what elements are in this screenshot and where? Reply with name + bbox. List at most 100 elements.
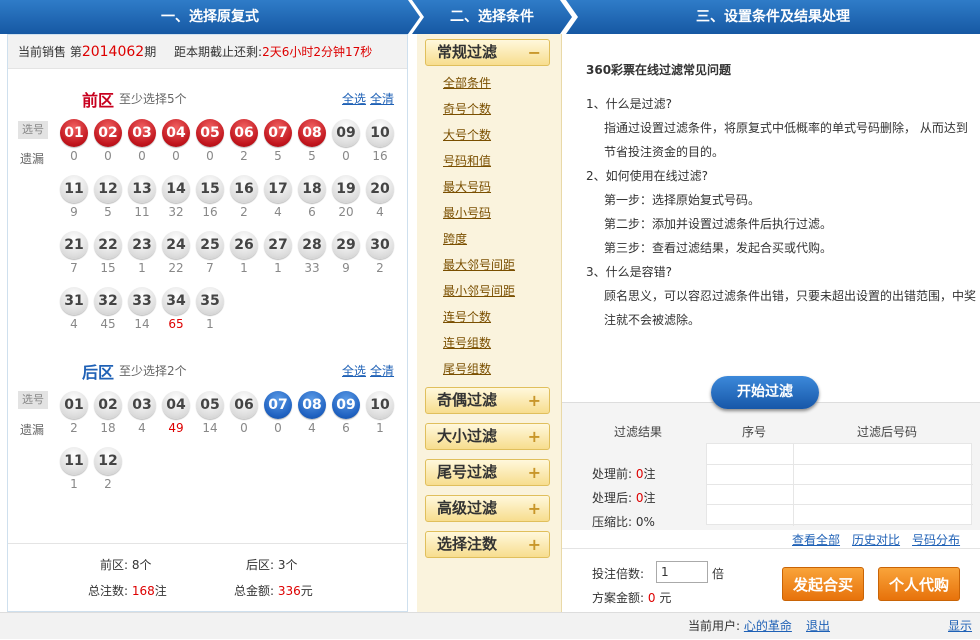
front-ball[interactable]: 05 — [196, 119, 224, 147]
view-all-link[interactable]: 查看全部 — [792, 533, 840, 547]
front-ball[interactable]: 03 — [128, 119, 156, 147]
front-ball[interactable]: 16 — [230, 175, 258, 203]
show-link[interactable]: 显示 — [948, 613, 972, 640]
history-compare-link[interactable]: 历史对比 — [852, 533, 900, 547]
front-miss-value: 11 — [134, 205, 150, 219]
filter-item[interactable]: 尾号组数 — [443, 360, 491, 377]
selection-summary: 前区: 8个 后区: 3个 总注数: 168注 总金额: 336元 — [8, 543, 407, 611]
personal-buy-button[interactable]: 个人代购 — [878, 567, 960, 601]
front-select-all-link[interactable]: 全选 — [342, 92, 366, 106]
filter-result-area: 过滤结果 序号 过滤后号码 处理前: 0注 处理后: 0注 压缩比: 0% 查看… — [562, 402, 980, 547]
back-ball[interactable]: 09 — [332, 391, 360, 419]
back-ball[interactable]: 06 — [230, 391, 258, 419]
front-ball[interactable]: 11 — [60, 175, 88, 203]
filter-item[interactable]: 全部条件 — [443, 74, 491, 91]
front-miss-label: 遗漏 — [20, 152, 45, 166]
filter-category-header[interactable]: 选择注数 + — [425, 531, 550, 558]
filter-item[interactable]: 最大号码 — [443, 178, 491, 195]
filter-item[interactable]: 奇号个数 — [443, 100, 491, 117]
back-ball[interactable]: 11 — [60, 447, 88, 475]
front-ball[interactable]: 18 — [298, 175, 326, 203]
multiple-input[interactable]: 1 — [656, 561, 708, 583]
front-ball[interactable]: 10 — [366, 119, 394, 147]
user-name-link[interactable]: 心的革命 — [744, 619, 792, 633]
front-ball[interactable]: 20 — [366, 175, 394, 203]
before-value: 0 — [635, 467, 644, 481]
filter-category-header[interactable]: 高级过滤 + — [425, 495, 550, 522]
front-ball[interactable]: 26 — [230, 231, 258, 259]
front-ball[interactable]: 34 — [162, 287, 190, 315]
back-miss-value: 1 — [70, 477, 78, 491]
front-ball[interactable]: 33 — [128, 287, 156, 315]
faq-q1: 1、什么是过滤? — [586, 97, 673, 111]
back-select-all-link[interactable]: 全选 — [342, 364, 366, 378]
front-miss-value: 2 — [240, 149, 248, 163]
filter-item[interactable]: 最小邻号间距 — [443, 282, 515, 299]
general-filter-header[interactable]: 常规过滤 − — [425, 39, 550, 66]
start-filter-button[interactable]: 开始过滤 — [711, 376, 819, 409]
filter-item[interactable]: 最大邻号间距 — [443, 256, 515, 273]
front-ball[interactable]: 29 — [332, 231, 360, 259]
front-ball[interactable]: 04 — [162, 119, 190, 147]
front-ball[interactable]: 25 — [196, 231, 224, 259]
front-zone-hint: 至少选择5个 — [119, 92, 187, 106]
back-miss-value: 2 — [70, 421, 78, 435]
front-ball[interactable]: 01 — [60, 119, 88, 147]
filter-item[interactable]: 跨度 — [443, 230, 467, 247]
front-ball[interactable]: 27 — [264, 231, 292, 259]
filter-item[interactable]: 连号组数 — [443, 334, 491, 351]
faq-q2: 2、如何使用在线过滤? — [586, 169, 709, 183]
front-ball[interactable]: 19 — [332, 175, 360, 203]
front-ball[interactable]: 30 — [366, 231, 394, 259]
front-ball[interactable]: 09 — [332, 119, 360, 147]
filter-category-label: 选择注数 — [437, 535, 498, 553]
front-ball[interactable]: 02 — [94, 119, 122, 147]
back-miss-value: 4 — [138, 421, 146, 435]
front-ball[interactable]: 17 — [264, 175, 292, 203]
front-ball[interactable]: 06 — [230, 119, 258, 147]
front-ball[interactable]: 22 — [94, 231, 122, 259]
number-distribution-link[interactable]: 号码分布 — [912, 533, 960, 547]
front-ball[interactable]: 07 — [264, 119, 292, 147]
back-ball[interactable]: 01 — [60, 391, 88, 419]
front-ball[interactable]: 32 — [94, 287, 122, 315]
back-clear-all-link[interactable]: 全清 — [370, 364, 394, 378]
back-ball[interactable]: 12 — [94, 447, 122, 475]
filter-category-header[interactable]: 尾号过滤 + — [425, 459, 550, 486]
front-ball[interactable]: 08 — [298, 119, 326, 147]
filter-item[interactable]: 号码和值 — [443, 152, 491, 169]
expand-icon: + — [527, 427, 541, 446]
back-ball[interactable]: 02 — [94, 391, 122, 419]
front-ball[interactable]: 23 — [128, 231, 156, 259]
front-ball[interactable]: 13 — [128, 175, 156, 203]
front-ball[interactable]: 21 — [60, 231, 88, 259]
front-clear-all-link[interactable]: 全清 — [370, 92, 394, 106]
back-ball[interactable]: 07 — [264, 391, 292, 419]
front-ball[interactable]: 15 — [196, 175, 224, 203]
front-miss-value: 1 — [138, 261, 146, 275]
summary-notes-label: 总注数: — [88, 584, 129, 598]
filter-item[interactable]: 大号个数 — [443, 126, 491, 143]
back-ball[interactable]: 08 — [298, 391, 326, 419]
group-buy-button[interactable]: 发起合买 — [782, 567, 864, 601]
back-ball[interactable]: 04 — [162, 391, 190, 419]
front-ball[interactable]: 31 — [60, 287, 88, 315]
front-miss-value: 22 — [168, 261, 184, 275]
front-ball[interactable]: 24 — [162, 231, 190, 259]
filter-category-header[interactable]: 奇偶过滤 + — [425, 387, 550, 414]
filter-category-header[interactable]: 大小过滤 + — [425, 423, 550, 450]
current-user: 当前用户: 心的革命 — [688, 613, 792, 640]
front-ball[interactable]: 12 — [94, 175, 122, 203]
logout-link[interactable]: 退出 — [806, 613, 830, 640]
after-label: 处理后: — [592, 491, 633, 505]
back-ball[interactable]: 10 — [366, 391, 394, 419]
back-ball[interactable]: 03 — [128, 391, 156, 419]
front-ball[interactable]: 28 — [298, 231, 326, 259]
front-miss-value: 5 — [274, 149, 282, 163]
front-ball[interactable]: 14 — [162, 175, 190, 203]
back-ball[interactable]: 05 — [196, 391, 224, 419]
filter-item[interactable]: 最小号码 — [443, 204, 491, 221]
filter-item[interactable]: 连号个数 — [443, 308, 491, 325]
front-ball[interactable]: 35 — [196, 287, 224, 315]
sale-info-bar: 当前销售 第2014062期 距本期截止还剩:2天6小时2分钟17秒 — [8, 35, 407, 69]
